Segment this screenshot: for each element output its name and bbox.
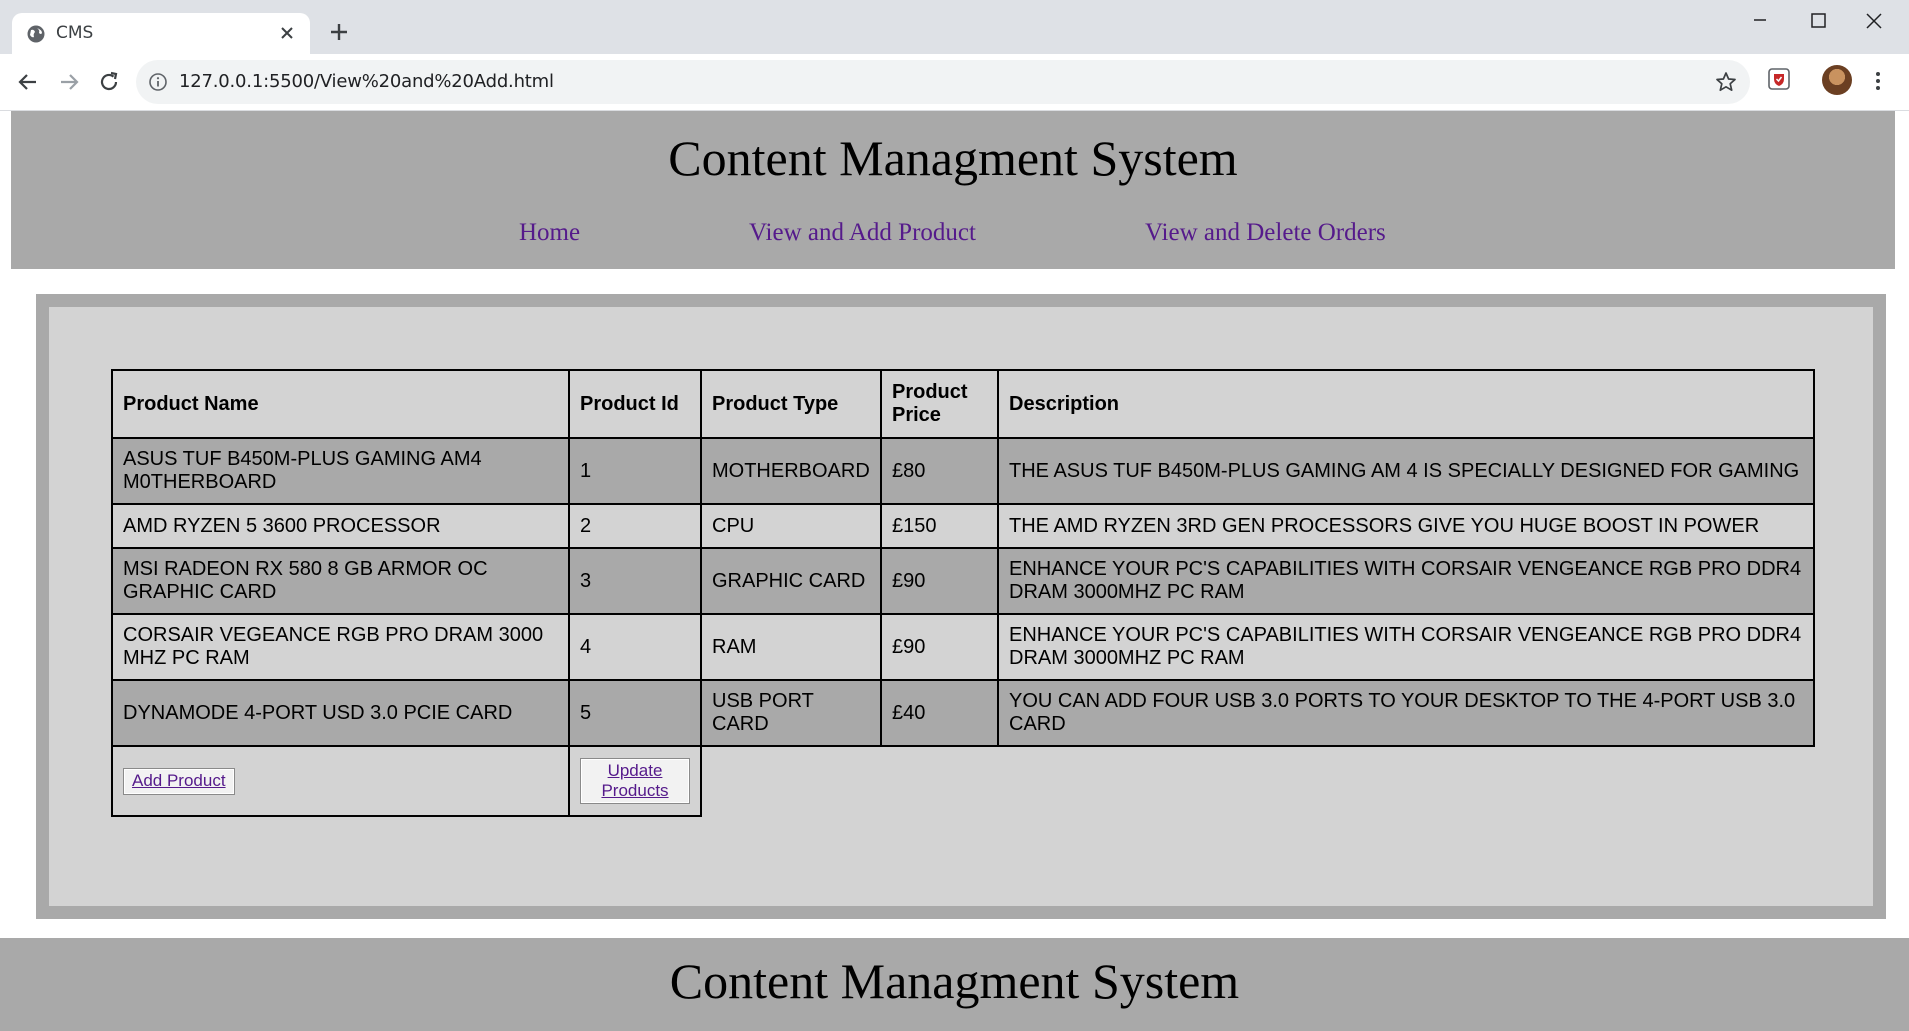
cell-product-type: USB PORT CARD: [700, 679, 882, 747]
cell-product-name: ASUS TUF B450M-PLUS GAMING AM4 M0THERBOA…: [111, 437, 570, 505]
browser-tab-strip: CMS: [0, 0, 1909, 54]
cell-product-id: 1: [568, 437, 702, 505]
add-product-button[interactable]: Add Product: [123, 767, 235, 795]
extension-shield-icon[interactable]: [1766, 66, 1792, 92]
empty-cell: [701, 746, 1814, 816]
kebab-menu-icon[interactable]: [1866, 67, 1890, 95]
cell-product-id: 5: [568, 679, 702, 747]
back-arrow-icon[interactable]: [10, 64, 46, 100]
cell-product-type: GRAPHIC CARD: [700, 547, 882, 615]
globe-icon: [27, 25, 45, 43]
cell-description: THE ASUS TUF B450M-PLUS GAMING AM 4 IS S…: [997, 437, 1815, 505]
profile-avatar[interactable]: [1822, 65, 1852, 95]
forward-arrow-icon[interactable]: [51, 64, 87, 100]
bookmark-star-icon[interactable]: [1714, 70, 1738, 94]
cell-product-id: 3: [568, 547, 702, 615]
table-row: MSI RADEON RX 580 8 GB ARMOR OC GRAPHIC …: [111, 547, 1815, 615]
maximize-window-icon[interactable]: [1798, 8, 1838, 38]
cell-product-type: RAM: [700, 613, 882, 681]
cell-product-type: MOTHERBOARD: [700, 437, 882, 505]
content-frame: Product Name Product Id Product Type Pro…: [36, 294, 1886, 919]
column-header-product-price: Product Price: [880, 369, 999, 439]
nav-link-home[interactable]: Home: [519, 219, 580, 247]
address-bar[interactable]: 127.0.0.1:5500/View%20and%20Add.html: [136, 60, 1750, 104]
page-viewport: Content Managment System Home View and A…: [0, 111, 1909, 1031]
cell-product-name: AMD RYZEN 5 3600 PROCESSOR: [111, 503, 570, 549]
browser-tab[interactable]: CMS: [12, 13, 310, 54]
update-products-button[interactable]: Update Products: [580, 758, 690, 804]
nav-link-view-and-delete-orders[interactable]: View and Delete Orders: [1145, 219, 1386, 247]
add-product-cell: Add Product: [111, 745, 570, 817]
cell-description: THE AMD RYZEN 3RD GEN PROCESSORS GIVE YO…: [997, 503, 1815, 549]
cell-product-price: £90: [880, 613, 999, 681]
table-row: ASUS TUF B450M-PLUS GAMING AM4 M0THERBOA…: [111, 437, 1815, 505]
column-header-description: Description: [997, 369, 1815, 439]
table-header-row: Product Name Product Id Product Type Pro…: [111, 369, 1815, 439]
url-text[interactable]: 127.0.0.1:5500/View%20and%20Add.html: [179, 71, 554, 92]
table-row: DYNAMODE 4-PORT USD 3.0 PCIE CARD 5 USB …: [111, 679, 1815, 747]
site-footer: Content Managment System: [0, 938, 1909, 1031]
nav-link-view-and-add-product[interactable]: View and Add Product: [749, 219, 976, 247]
products-table: Product Name Product Id Product Type Pro…: [111, 369, 1815, 817]
reload-icon[interactable]: [91, 64, 127, 100]
tab-title: CMS: [56, 23, 94, 43]
cell-description: ENHANCE YOUR PC'S CAPABILITIES WITH CORS…: [997, 547, 1815, 615]
table-row: AMD RYZEN 5 3600 PROCESSOR 2 CPU £150 TH…: [111, 503, 1815, 549]
close-window-icon[interactable]: [1854, 8, 1894, 38]
table-row: CORSAIR VEGEANCE RGB PRO DRAM 3000 MHZ P…: [111, 613, 1815, 681]
new-tab-plus-icon[interactable]: [324, 17, 354, 47]
cell-product-price: £150: [880, 503, 999, 549]
content-panel: Product Name Product Id Product Type Pro…: [49, 307, 1873, 906]
cell-product-price: £80: [880, 437, 999, 505]
column-header-product-type: Product Type: [700, 369, 882, 439]
table-actions-row: Add Product Update Products: [111, 745, 1814, 817]
cell-description: ENHANCE YOUR PC'S CAPABILITIES WITH CORS…: [997, 613, 1815, 681]
close-tab-icon[interactable]: [276, 22, 298, 44]
cell-product-price: £40: [880, 679, 999, 747]
site-header: Content Managment System Home View and A…: [11, 111, 1895, 269]
update-products-cell: Update Products: [568, 745, 702, 817]
column-header-product-name: Product Name: [111, 369, 570, 439]
cell-product-price: £90: [880, 547, 999, 615]
cell-product-name: DYNAMODE 4-PORT USD 3.0 PCIE CARD: [111, 679, 570, 747]
cell-product-id: 4: [568, 613, 702, 681]
column-header-product-id: Product Id: [568, 369, 702, 439]
browser-toolbar: 127.0.0.1:5500/View%20and%20Add.html: [0, 54, 1909, 111]
minimize-window-icon[interactable]: [1740, 8, 1780, 38]
cell-product-type: CPU: [700, 503, 882, 549]
cell-product-name: MSI RADEON RX 580 8 GB ARMOR OC GRAPHIC …: [111, 547, 570, 615]
cell-product-name: CORSAIR VEGEANCE RGB PRO DRAM 3000 MHZ P…: [111, 613, 570, 681]
site-title: Content Managment System: [668, 130, 1238, 186]
site-info-icon[interactable]: [148, 72, 168, 92]
footer-title: Content Managment System: [669, 953, 1240, 1009]
cell-product-id: 2: [568, 503, 702, 549]
cell-description: YOU CAN ADD FOUR USB 3.0 PORTS TO YOUR D…: [997, 679, 1815, 747]
